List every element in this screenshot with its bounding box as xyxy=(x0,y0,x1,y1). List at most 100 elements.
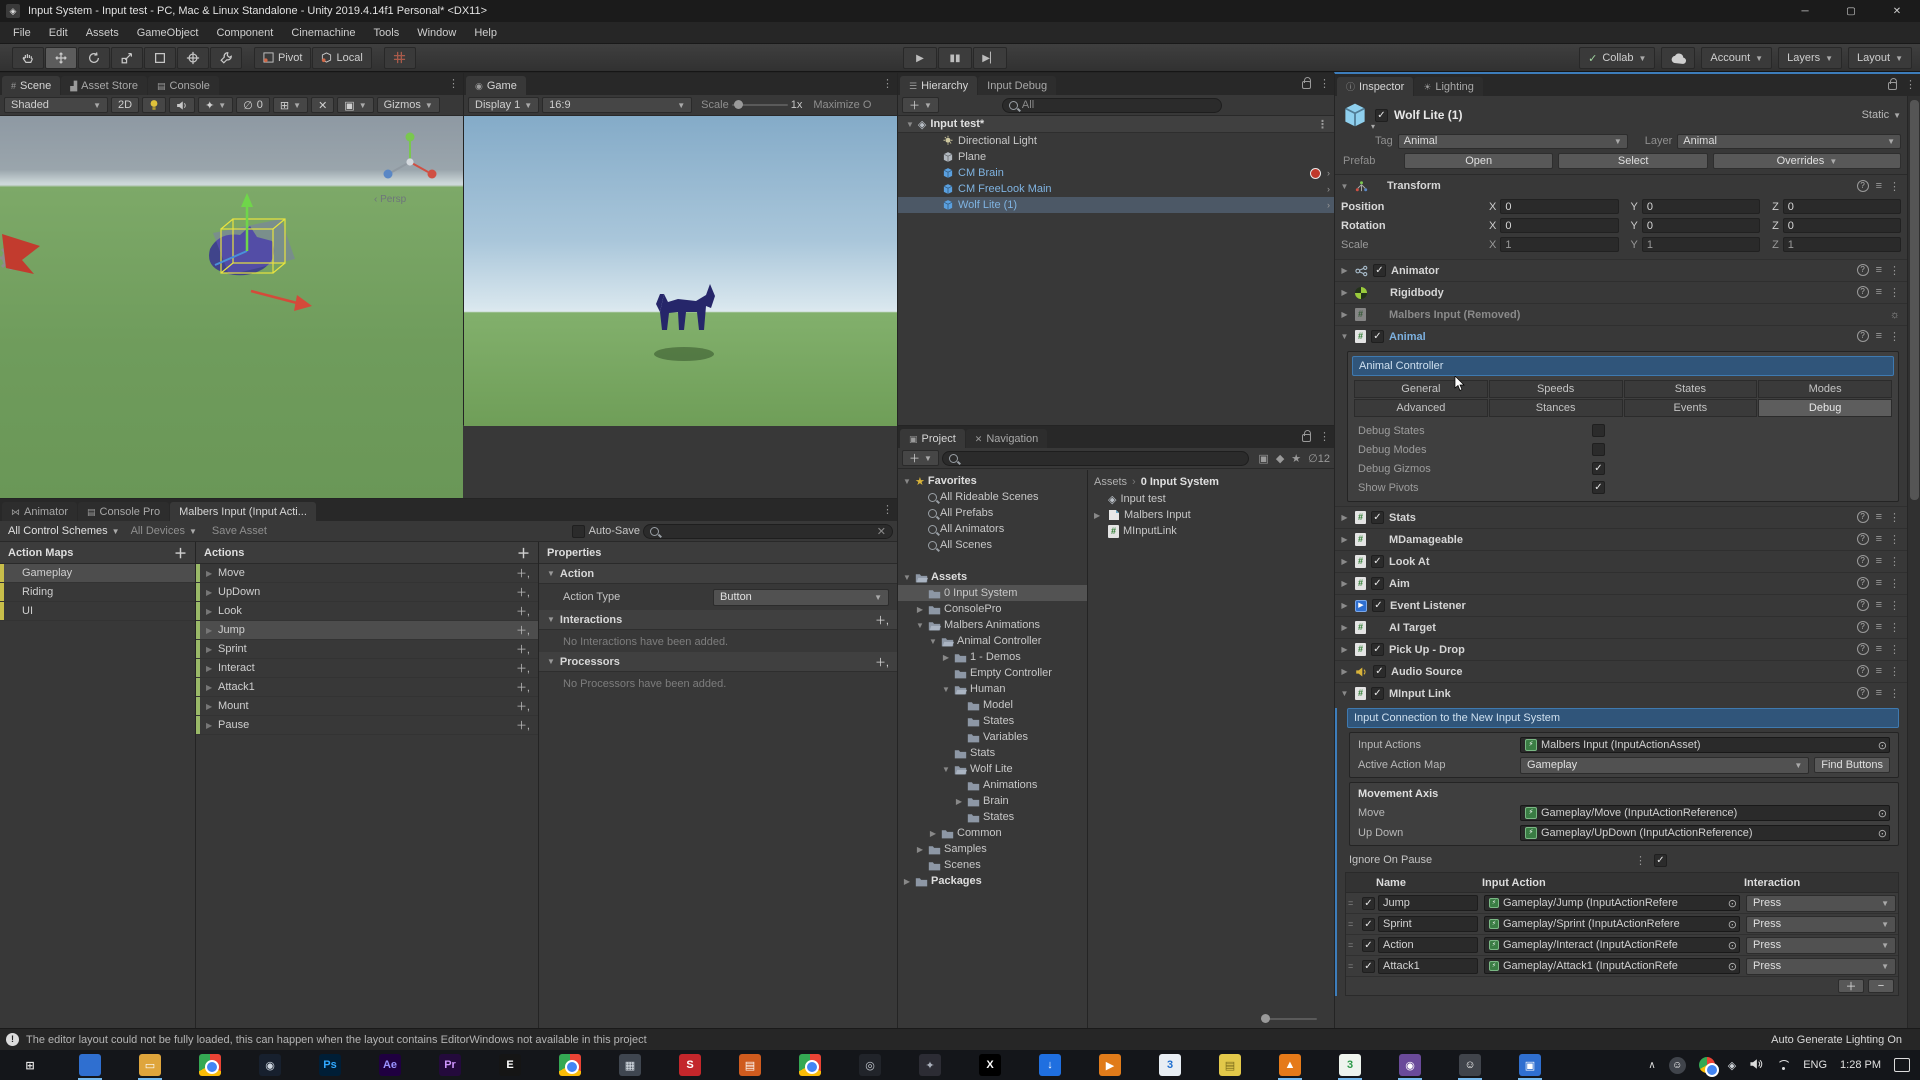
action-section-header[interactable]: ▼Action xyxy=(539,564,897,584)
project-tree-item[interactable]: ▼Human xyxy=(898,681,1087,697)
add-processor-button[interactable]: ＋, xyxy=(875,654,889,670)
transform-tool-icon[interactable] xyxy=(177,47,209,69)
row-interaction-dropdown[interactable]: Press▼ xyxy=(1746,958,1896,975)
asset-size-slider[interactable] xyxy=(1261,1018,1317,1020)
maximize-on-play-toggle[interactable]: Maximize O xyxy=(813,99,871,111)
tab-console-pro[interactable]: ▤Console Pro xyxy=(78,502,169,521)
row-action-object-field[interactable]: ⚡Gameplay/Jump (InputActionRefere⊙ xyxy=(1484,895,1740,911)
help-icon[interactable]: ? xyxy=(1857,555,1869,567)
add-action-button[interactable]: ＋ xyxy=(517,543,530,562)
presets-icon[interactable]: ≡ xyxy=(1876,286,1882,299)
discord-tray-icon[interactable]: ☺ xyxy=(1669,1057,1686,1074)
add-action-map-button[interactable]: ＋ xyxy=(174,543,187,562)
animal-controller-header[interactable]: Animal Controller xyxy=(1352,356,1894,376)
foldout-icon[interactable]: ▶ xyxy=(1339,557,1350,566)
effects-dropdown-icon[interactable]: ✦▼ xyxy=(198,97,233,113)
row-enabled-checkbox[interactable]: ✓ xyxy=(1362,897,1375,910)
step-button[interactable]: ▶▏ xyxy=(973,47,1007,69)
component-kebab-icon[interactable]: ⋮ xyxy=(1889,687,1900,700)
taskbar-start[interactable]: ⊞ xyxy=(0,1050,60,1080)
row-interaction-dropdown[interactable]: Press▼ xyxy=(1746,916,1896,933)
aspect-dropdown[interactable]: 16:9▼ xyxy=(542,97,692,113)
active-action-map-dropdown[interactable]: Gameplay▼ xyxy=(1520,757,1809,774)
auto-save-checkbox[interactable]: ✓ xyxy=(572,525,585,538)
scale-tool-icon[interactable] xyxy=(111,47,143,69)
menu-help[interactable]: Help xyxy=(465,22,506,44)
prefab-open-button[interactable]: Open xyxy=(1404,153,1553,169)
presets-icon[interactable]: ≡ xyxy=(1876,665,1882,678)
taskbar-orange-play-app[interactable]: ▶ xyxy=(1080,1050,1140,1080)
expand-icon[interactable]: ▶ xyxy=(206,683,218,692)
component-header-animator[interactable]: ▶✓Animator?≡⋮ xyxy=(1335,259,1907,281)
volume-tray-icon[interactable] xyxy=(1749,1058,1763,1073)
taskbar-sticky-notes[interactable]: ▤ xyxy=(1200,1050,1260,1080)
tag-dropdown[interactable]: Animal▼ xyxy=(1398,134,1628,149)
animal-tab-debug[interactable]: Debug xyxy=(1758,399,1892,417)
component-kebab-icon[interactable]: ⋮ xyxy=(1889,330,1900,343)
action-row[interactable]: ▶Look＋, xyxy=(196,602,538,621)
close-button[interactable]: ✕ xyxy=(1874,0,1920,22)
tree-arrow-icon[interactable]: ▼ xyxy=(928,637,938,646)
tray-expand-icon[interactable]: ∧ xyxy=(1648,1060,1655,1071)
menu-component[interactable]: Component xyxy=(207,22,282,44)
breadcrumb-current[interactable]: 0 Input System xyxy=(1141,476,1219,488)
minimize-button[interactable]: ─ xyxy=(1782,0,1828,22)
wifi-tray-icon[interactable] xyxy=(1776,1060,1790,1070)
foldout-icon[interactable]: ▶ xyxy=(1339,623,1350,632)
project-file-row[interactable]: ▶Malbers Input xyxy=(1094,507,1335,523)
layout-dropdown[interactable]: Layout▼ xyxy=(1848,47,1912,69)
project-tree-item[interactable]: All Prefabs xyxy=(898,505,1087,521)
menu-edit[interactable]: Edit xyxy=(40,22,77,44)
game-viewport[interactable] xyxy=(464,116,897,426)
action-row[interactable]: ▶Interact＋, xyxy=(196,659,538,678)
interactions-section-header[interactable]: ▼Interactions＋, xyxy=(539,610,897,630)
tree-arrow-icon[interactable]: ▼ xyxy=(915,621,925,630)
save-asset-button[interactable]: Save Asset xyxy=(204,525,275,537)
hierarchy-item[interactable]: CM Brain› xyxy=(898,165,1334,181)
taskbar-discord[interactable]: ☺ xyxy=(1440,1050,1500,1080)
object-picker-icon[interactable]: ⊙ xyxy=(1728,960,1737,973)
component-enabled-checkbox[interactable]: ✓ xyxy=(1371,687,1384,700)
hand-tool-icon[interactable] xyxy=(12,47,44,69)
search-by-type-icon[interactable]: ▣ xyxy=(1258,452,1268,465)
add-binding-button[interactable]: ＋, xyxy=(516,584,530,600)
shading-dropdown[interactable]: Shaded▼ xyxy=(4,97,108,113)
hierarchy-search-input[interactable]: All xyxy=(1002,98,1222,113)
position-x-field[interactable]: 0 xyxy=(1500,199,1618,214)
layers-dropdown[interactable]: Layers▼ xyxy=(1778,47,1842,69)
game-menu-kebab-icon[interactable]: ⋮ xyxy=(882,77,893,90)
help-icon[interactable]: ? xyxy=(1857,577,1869,589)
action-map-row[interactable]: Riding xyxy=(0,583,195,602)
tab-navigation[interactable]: ✕Navigation xyxy=(966,429,1048,448)
component-kebab-icon[interactable]: ⋮ xyxy=(1889,180,1900,193)
add-binding-button[interactable]: ＋, xyxy=(516,698,530,714)
cloud-button[interactable] xyxy=(1661,47,1695,69)
inspector-scrollbar[interactable] xyxy=(1907,96,1920,1028)
menu-cinemachine[interactable]: Cinemachine xyxy=(282,22,364,44)
row-action-object-field[interactable]: ⚡Gameplay/Interact (InputActionRefe⊙ xyxy=(1484,937,1740,953)
hierarchy-menu-kebab-icon[interactable]: ⋮ xyxy=(1319,77,1330,90)
component-kebab-icon[interactable]: ⋮ xyxy=(1889,665,1900,678)
component-header-stats[interactable]: ▶#✓Stats?≡⋮ xyxy=(1335,506,1907,528)
tab-asset-store[interactable]: ▟Asset Store xyxy=(61,76,147,95)
taskbar-calculator[interactable]: ▦ xyxy=(600,1050,660,1080)
project-tree-item[interactable]: Model xyxy=(898,697,1087,713)
project-tree-item[interactable]: All Rideable Scenes xyxy=(898,489,1087,505)
presets-icon[interactable]: ≡ xyxy=(1876,687,1882,700)
lighting-toggle-icon[interactable] xyxy=(142,97,166,113)
taskbar-steam[interactable]: ◉ xyxy=(240,1050,300,1080)
drag-handle-icon[interactable]: = xyxy=(1348,898,1362,908)
taskbar-orange-doc-app[interactable]: ▤ xyxy=(720,1050,780,1080)
project-tree-item[interactable]: ▼Animal Controller xyxy=(898,633,1087,649)
component-kebab-icon[interactable]: ⋮ xyxy=(1889,511,1900,524)
static-dropdown[interactable]: Static▼ xyxy=(1862,109,1901,121)
object-picker-icon[interactable]: ⊙ xyxy=(1728,939,1737,952)
expand-icon[interactable]: ▶ xyxy=(206,702,218,711)
project-tree-item[interactable]: ▶Samples xyxy=(898,841,1087,857)
updown-object-field[interactable]: ⚡Gameplay/UpDown (InputActionReference)⊙ xyxy=(1520,825,1890,841)
taskbar-blue-save-app[interactable]: ▣ xyxy=(1500,1050,1560,1080)
component-header-ai-target[interactable]: ▶#AI Target?≡⋮ xyxy=(1335,616,1907,638)
action-row[interactable]: ▶Pause＋, xyxy=(196,716,538,735)
foldout-icon[interactable]: ▶ xyxy=(1339,288,1350,297)
actions-menu-kebab-icon[interactable]: ⋮ xyxy=(882,503,893,516)
